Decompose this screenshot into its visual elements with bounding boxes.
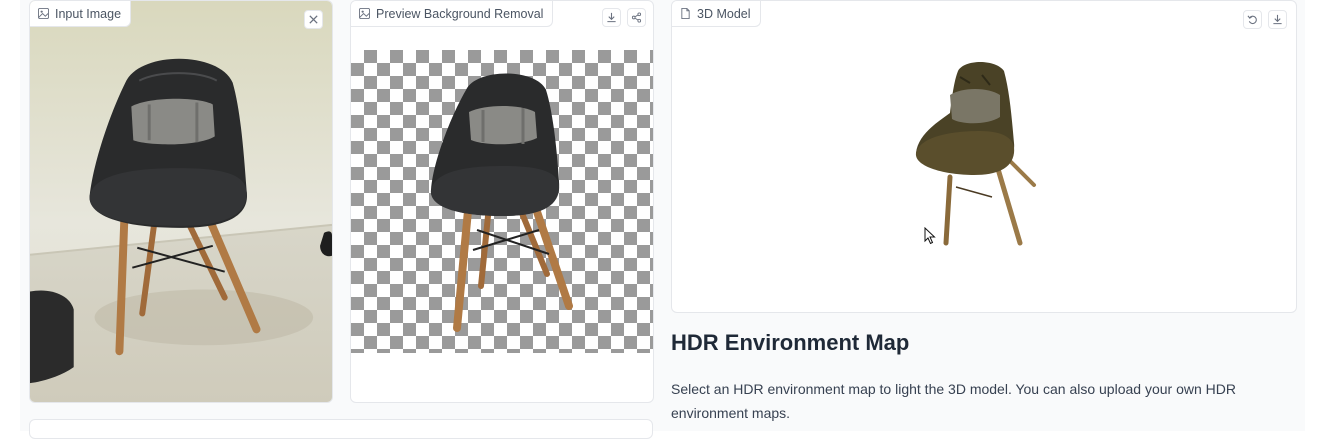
input-photo [30, 1, 332, 402]
mouse-cursor-icon [924, 227, 936, 245]
cutout-chair [430, 73, 573, 332]
input-image-label: Input Image [30, 1, 132, 27]
preview-share-button[interactable] [627, 8, 646, 27]
model-panel[interactable]: 3D Model [671, 0, 1297, 313]
image-icon [38, 8, 49, 19]
preview-title: Preview Background Removal [376, 6, 544, 21]
file-icon [681, 8, 690, 19]
clear-image-button[interactable] [304, 10, 323, 29]
model-download-button[interactable] [1268, 10, 1287, 29]
input-image-title: Input Image [55, 6, 122, 21]
close-icon [309, 15, 318, 24]
model-reset-button[interactable] [1243, 10, 1262, 29]
model-title: 3D Model [697, 6, 751, 21]
input-image-panel[interactable]: Input Image [29, 0, 333, 403]
preview-panel: Preview Background Removal [350, 0, 654, 403]
preview-download-button[interactable] [602, 8, 621, 27]
image-icon [359, 8, 370, 19]
download-icon [607, 12, 616, 23]
hdr-description: Select an HDR environment map to light t… [671, 381, 1236, 421]
model-label: 3D Model [672, 1, 761, 27]
download-icon [1273, 14, 1282, 25]
preview-label: Preview Background Removal [351, 1, 554, 27]
hdr-heading: HDR Environment Map [671, 330, 910, 355]
share-icon [631, 12, 642, 23]
undo-icon [1247, 15, 1257, 25]
bottom-panel [29, 419, 653, 439]
